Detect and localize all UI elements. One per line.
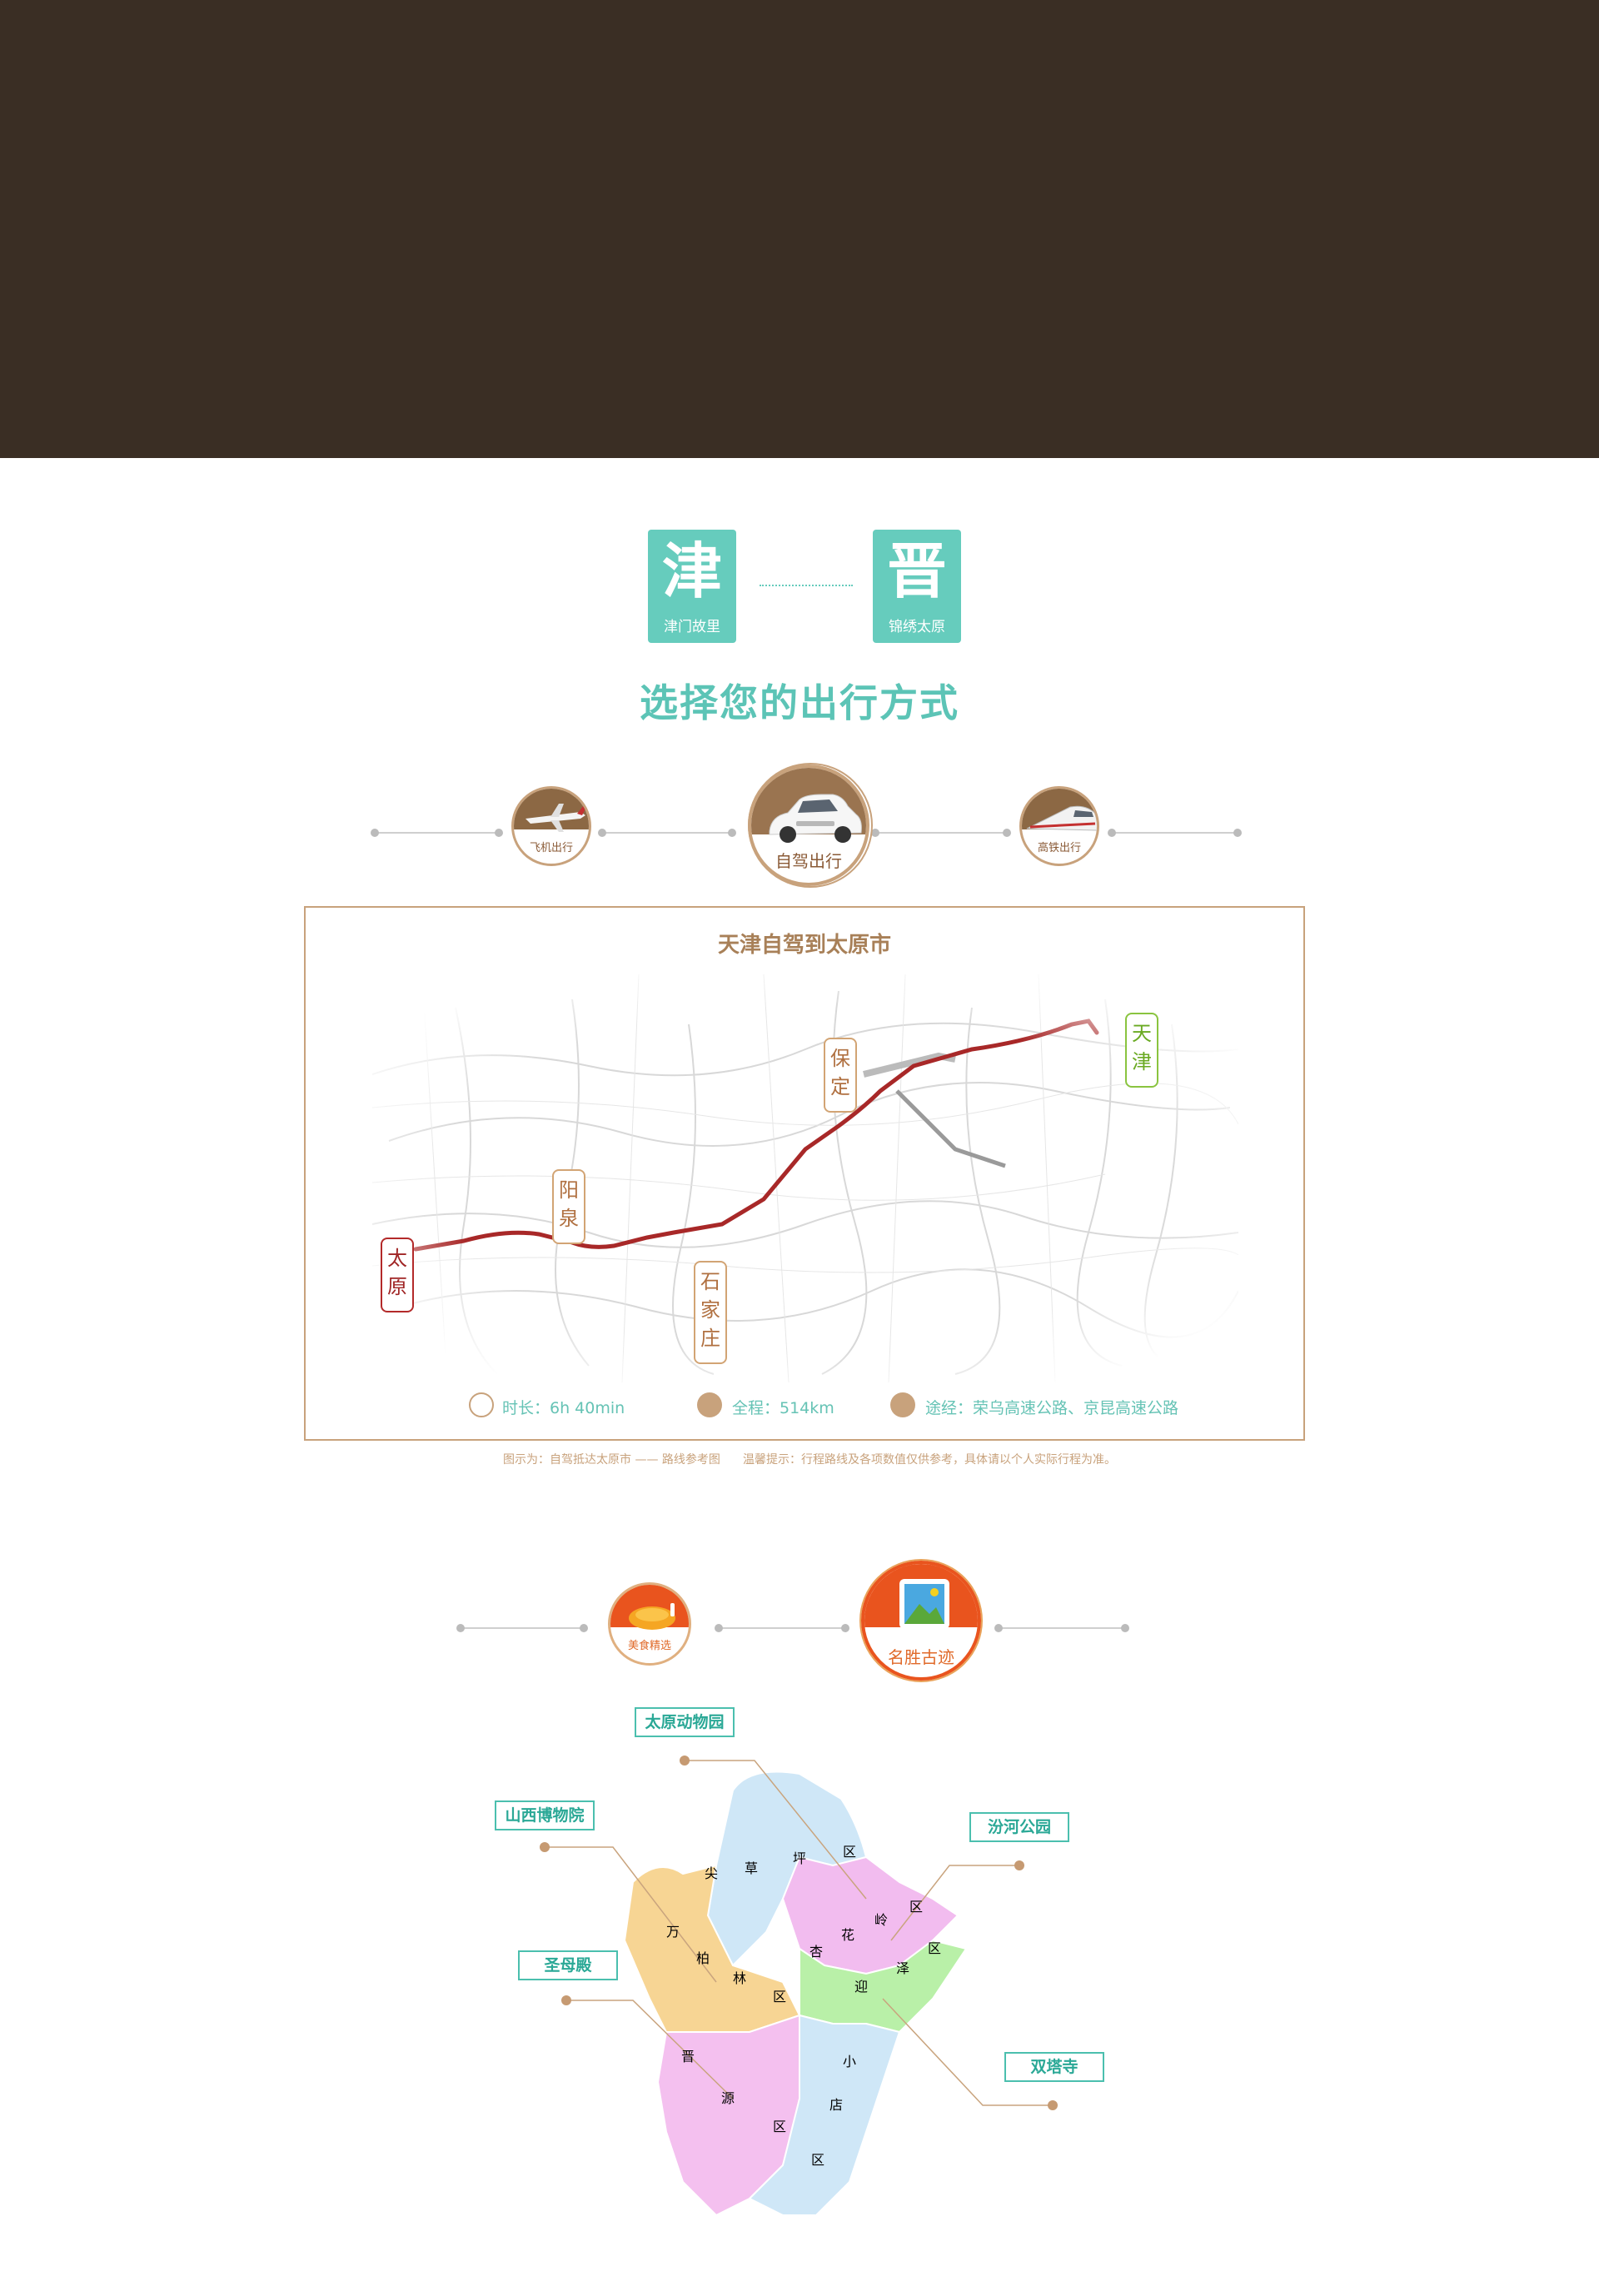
district-char: 泽 [896,1960,910,1976]
district-char: 小 [843,2054,857,2069]
district-char: 区 [909,1899,924,1915]
poi-fenhe-park[interactable]: 汾河公园 [969,1812,1069,1842]
district-char: 万 [666,1924,680,1940]
district-char: 区 [928,1940,942,1956]
district-char: 源 [721,2090,735,2106]
district-char: 林 [733,1970,747,1986]
poi-marker [680,1756,690,1766]
poi-marker [540,1842,550,1852]
poi-shanxi-museum[interactable]: 山西博物院 [495,1800,595,1830]
district-char: 区 [773,1989,787,2005]
poi-marker [1048,2100,1058,2110]
district-char: 柏 [696,1950,710,1966]
district-char: 区 [773,2119,787,2134]
district-char: 坪 [793,1850,807,1866]
poi-marker [1014,1860,1024,1870]
district-char: 迎 [854,1979,869,1995]
district-char: 区 [843,1844,857,1860]
poi-twin-pagoda[interactable]: 双塔寺 [1004,2052,1104,2082]
district-char: 草 [745,1860,759,1876]
taiyuan-district-map [545,1760,1053,2217]
poi-marker [561,1995,571,2005]
poi-taiyuan-zoo[interactable]: 太原动物园 [635,1707,735,1737]
district-char: 晋 [681,2049,695,2064]
district-char: 岭 [874,1912,889,1928]
poi-shengmu-hall[interactable]: 圣母殿 [518,1950,618,1980]
district-char: 花 [841,1927,855,1943]
district-char: 尖 [705,1865,719,1881]
district-char: 区 [811,2152,825,2168]
district-char: 杏 [809,1944,824,1960]
district-char: 店 [829,2097,844,2113]
